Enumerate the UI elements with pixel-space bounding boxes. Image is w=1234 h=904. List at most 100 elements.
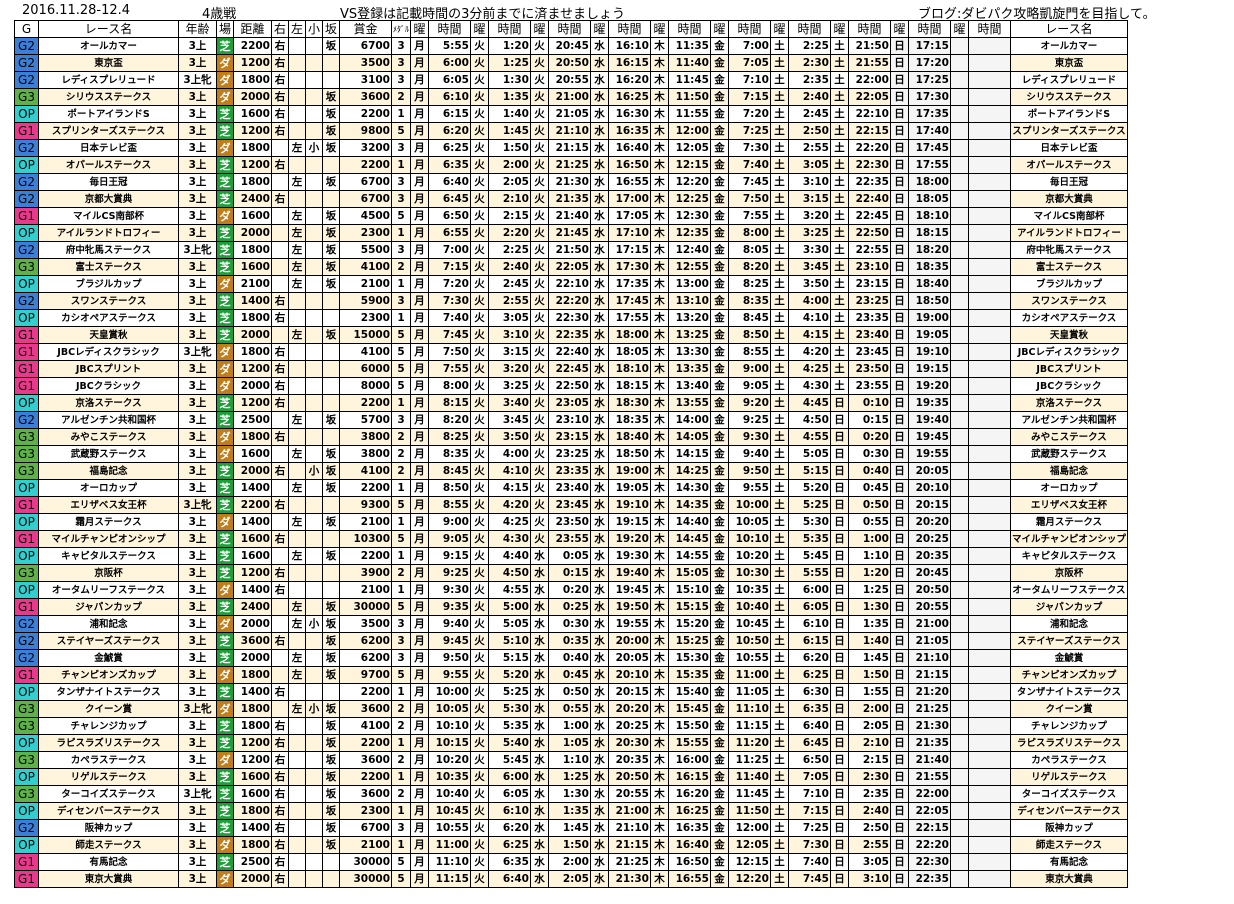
time-cell: 1:50 (488, 139, 531, 157)
table-row: G2 アルゼンチン共和国杯 3上芝 2500 左坂 5700 3 月 8:20 火 3:45 火 23:… (14, 411, 1128, 429)
info-cell: 3上 (178, 173, 217, 191)
race-name-cell: エリザベス女王杯 (38, 496, 179, 514)
info-cell: 左 (288, 224, 306, 242)
time-cell: 11:45 (668, 71, 711, 89)
time-cell: 1:20 (848, 564, 891, 582)
day-cell (950, 768, 969, 786)
day-cell: 金 (710, 411, 729, 429)
time-cell: 0:45 (848, 479, 891, 497)
info-cell (305, 666, 323, 684)
info-cell (322, 581, 340, 599)
grade-badge: G2 (14, 615, 39, 633)
time-cell: 3:40 (488, 394, 531, 412)
time-cell: 19:00 (608, 462, 651, 480)
info-cell: 5 (391, 207, 411, 225)
time-cell: 22:10 (848, 105, 891, 123)
race-name-cell: 毎日王冠 (38, 173, 179, 191)
time-cell: 22:40 (548, 343, 591, 361)
day-cell: 木 (650, 836, 669, 854)
info-cell (288, 785, 306, 803)
surface-cell: ダ (216, 581, 234, 599)
time-cell: 22:05 (548, 258, 591, 276)
race-name-cell: 天皇賞秋 (1010, 326, 1128, 344)
day-cell (950, 717, 969, 735)
time-cell: 10:35 (428, 768, 471, 786)
day-cell: 水 (590, 275, 609, 293)
info-cell (288, 819, 306, 837)
race-name-cell: 京阪杯 (1010, 564, 1128, 582)
day-cell: 日 (890, 207, 909, 225)
day-cell: 月 (410, 666, 429, 684)
day-cell: 木 (650, 190, 669, 208)
race-name-cell: アルゼンチン共和国杯 (38, 411, 179, 429)
info-cell: 5 (391, 343, 411, 361)
prize-cell: 4100 (339, 258, 392, 276)
table-row: G2 京都大賞典 3上芝 2400 右 6700 3 月 6:45 火 2:10 火 21:35 水 17:… (14, 190, 1128, 208)
time-cell (968, 37, 1011, 55)
info-cell (322, 156, 340, 174)
prize-cell: 10300 (339, 530, 392, 548)
table-row: G2 府中牝馬ステークス 3上牝芝 1800 左坂 5500 3 月 7:00 火 2:25 火 21:… (14, 241, 1128, 259)
day-cell: 火 (530, 496, 549, 514)
info-cell: 3 (391, 37, 411, 55)
info-cell: 右 (271, 343, 289, 361)
day-cell: 月 (410, 258, 429, 276)
distance-cell: 1800 (233, 139, 272, 157)
day-cell: 火 (530, 292, 549, 310)
surface-cell: 芝 (216, 462, 234, 480)
surface-cell: 芝 (216, 564, 234, 582)
page-header: 2016.11.28-12.4 4歳戦 VS登録は記載時間の3分前までに済ませま… (0, 0, 1234, 22)
time-cell (968, 292, 1011, 310)
info-cell (305, 870, 323, 888)
time-cell: 12:55 (668, 258, 711, 276)
surface-cell: 芝 (216, 292, 234, 310)
day-cell: 火 (530, 326, 549, 344)
time-cell: 19:45 (608, 581, 651, 599)
time-cell: 11:40 (728, 768, 771, 786)
race-name-cell: アルゼンチン共和国杯 (1010, 411, 1128, 429)
time-cell: 16:25 (608, 88, 651, 106)
day-cell: 土 (770, 394, 789, 412)
day-cell: 月 (410, 547, 429, 565)
info-cell: 5 (391, 360, 411, 378)
time-cell: 18:00 (608, 326, 651, 344)
time-cell: 11:25 (728, 751, 771, 769)
day-cell: 日 (890, 377, 909, 395)
time-cell: 20:25 (908, 530, 951, 548)
time-cell: 22:55 (848, 241, 891, 259)
day-cell: 土 (770, 564, 789, 582)
time-cell: 19:55 (608, 615, 651, 633)
time-cell: 3:30 (788, 241, 831, 259)
time-cell: 9:40 (728, 445, 771, 463)
day-cell (950, 292, 969, 310)
time-cell: 21:05 (908, 632, 951, 650)
time-cell: 13:20 (668, 309, 711, 327)
prize-cell: 30000 (339, 870, 392, 888)
day-cell: 金 (710, 819, 729, 837)
day-cell: 火 (470, 649, 489, 667)
time-cell (968, 88, 1011, 106)
time-cell: 2:45 (488, 275, 531, 293)
day-cell: 水 (590, 258, 609, 276)
table-body: G2 オールカマー 3上芝 2200 右坂 6700 3 月 5:55 火 1:20 火 20:45 水 1… (14, 37, 1128, 888)
day-cell: 火 (470, 513, 489, 531)
info-cell (288, 717, 306, 735)
info-cell (305, 564, 323, 582)
day-cell: 月 (410, 292, 429, 310)
day-cell: 木 (650, 734, 669, 752)
time-cell: 22:30 (908, 853, 951, 871)
time-cell: 18:50 (608, 445, 651, 463)
period-label: 2016.11.28-12.4 (22, 3, 131, 18)
info-cell: 2 (391, 785, 411, 803)
day-cell: 火 (530, 275, 549, 293)
day-cell: 火 (470, 156, 489, 174)
day-cell: 日 (830, 717, 849, 735)
day-cell: 日 (890, 173, 909, 191)
time-cell: 7:10 (728, 71, 771, 89)
info-cell (271, 479, 289, 497)
day-cell: 火 (470, 105, 489, 123)
distance-cell: 2000 (233, 326, 272, 344)
day-cell: 水 (530, 734, 549, 752)
day-cell (950, 275, 969, 293)
day-cell: 水 (530, 581, 549, 599)
